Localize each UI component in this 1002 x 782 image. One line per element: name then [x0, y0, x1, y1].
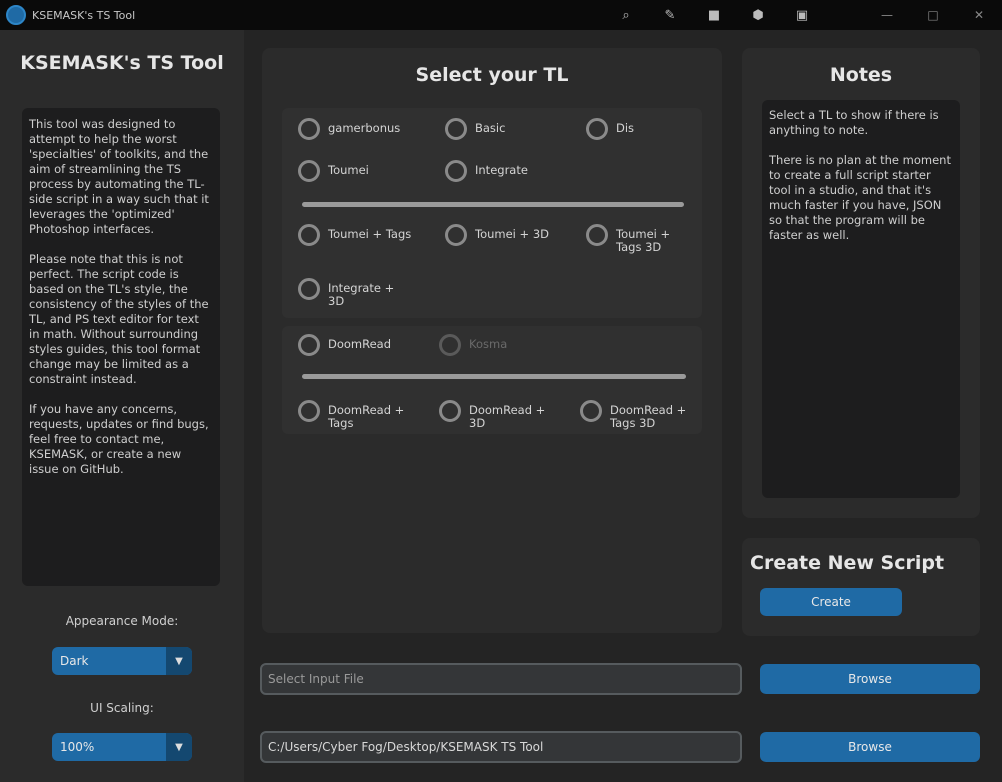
minimize-button[interactable]: — [864, 0, 910, 30]
radio-label: Integrate [475, 163, 528, 177]
group-divider [302, 374, 686, 379]
radio-label: Basic [475, 121, 506, 135]
radio-doomread-tags[interactable]: DoomRead + Tags [298, 400, 418, 430]
square-icon[interactable]: ■ [700, 0, 728, 30]
ui-scaling-dropdown[interactable]: 100% ▼ [52, 733, 192, 761]
radio-basic[interactable]: Basic [445, 118, 505, 140]
radio-label: DoomRead + Tags 3D [610, 403, 687, 430]
appearance-mode-value: Dark [60, 654, 89, 668]
browse-input-button[interactable]: Browse [760, 664, 980, 694]
radio-circle[interactable] [586, 118, 608, 140]
notes-paragraph: Select a TL to show if there is anything… [769, 108, 939, 137]
radio-circle[interactable] [298, 334, 320, 356]
group-divider [302, 202, 684, 207]
chevron-down-icon[interactable]: ▼ [166, 647, 192, 675]
output-dir-field[interactable] [260, 731, 742, 763]
radio-circle[interactable] [580, 400, 602, 422]
radio-label: DoomRead + Tags [328, 403, 405, 430]
radio-label: gamerbonus [328, 121, 401, 135]
description-paragraph: If you have any concerns, requests, upda… [29, 402, 209, 476]
radio-circle[interactable] [439, 400, 461, 422]
radio-doomread[interactable]: DoomRead [298, 334, 391, 356]
radio-label: Toumei [328, 163, 369, 177]
notes-textbox[interactable]: Select a TL to show if there is anything… [762, 100, 960, 498]
app-logo-icon [6, 5, 26, 25]
radio-circle[interactable] [298, 224, 320, 246]
radio-label: Kosma [469, 337, 508, 351]
tl-select-panel: Select your TL gamerbonus Basic Dis Toum… [262, 48, 722, 633]
output-dir-input[interactable] [268, 740, 740, 754]
radio-kosma: Kosma [439, 334, 507, 356]
sidebar-title: KSEMASK's TS Tool [20, 52, 224, 74]
radio-circle[interactable] [445, 118, 467, 140]
radio-integrate[interactable]: Integrate [445, 160, 528, 182]
radio-circle[interactable] [445, 224, 467, 246]
shape-icon[interactable]: ⬢ [744, 0, 772, 30]
ui-scaling-value: 100% [60, 740, 95, 754]
tl-select-title: Select your TL [415, 64, 569, 86]
appearance-mode-label: Appearance Mode: [65, 614, 179, 628]
radio-circle[interactable] [298, 160, 320, 182]
notes-title: Notes [829, 64, 893, 86]
radio-circle[interactable] [445, 160, 467, 182]
description-paragraph: This tool was designed to attempt to hel… [29, 117, 209, 236]
window-icon[interactable]: ▣ [788, 0, 816, 30]
radio-circle[interactable] [298, 118, 320, 140]
radio-toumei[interactable]: Toumei [298, 160, 369, 182]
create-script-title: Create New Script [750, 552, 945, 574]
radio-doomread-tags-3d[interactable]: DoomRead + Tags 3D [580, 400, 698, 430]
search-icon[interactable]: ⌕ [612, 0, 640, 30]
maximize-button[interactable]: □ [910, 0, 956, 30]
radio-toumei-tags[interactable]: Toumei + Tags [298, 224, 411, 246]
appearance-mode-dropdown[interactable]: Dark ▼ [52, 647, 192, 675]
radio-label: Integrate + 3D [328, 281, 395, 308]
radio-circle[interactable] [298, 278, 320, 300]
radio-dis[interactable]: Dis [586, 118, 634, 140]
browse-output-button[interactable]: Browse [760, 732, 980, 762]
radio-label: DoomRead [328, 337, 392, 351]
pen-icon[interactable]: ✎ [656, 0, 684, 30]
create-script-panel: Create New Script [742, 538, 980, 636]
ui-scaling-label: UI Scaling: [90, 701, 154, 715]
create-button[interactable]: Create [760, 588, 902, 616]
radio-gamerbonus[interactable]: gamerbonus [298, 118, 400, 140]
radio-label: Toumei + Tags [328, 227, 412, 241]
chevron-down-icon[interactable]: ▼ [166, 733, 192, 761]
close-button[interactable]: ✕ [956, 0, 1002, 30]
tl-group-1: gamerbonus Basic Dis Toumei Integrate To… [282, 108, 702, 318]
radio-label: DoomRead + 3D [469, 403, 546, 430]
radio-label: Toumei + 3D [475, 227, 549, 241]
title-bar: KSEMASK's TS Tool ⌕ ✎ ■ ⬢ ▣ — □ ✕ [0, 0, 1002, 30]
tl-group-2: DoomRead Kosma DoomRead + Tags DoomRead … [282, 326, 702, 434]
notes-paragraph: There is no plan at the moment to create… [769, 153, 951, 242]
radio-circle[interactable] [298, 400, 320, 422]
titlebar-tools: ⌕ ✎ ■ ⬢ ▣ [612, 0, 832, 30]
radio-toumei-tags-3d[interactable]: Toumei + Tags 3D [586, 224, 696, 254]
radio-label: Toumei + Tags 3D [616, 227, 671, 254]
description-textbox[interactable]: This tool was designed to attempt to hel… [22, 108, 220, 586]
radio-integrate-3d[interactable]: Integrate + 3D [298, 278, 408, 308]
description-paragraph: Please note that this is not perfect. Th… [29, 252, 209, 386]
window-controls: — □ ✕ [864, 0, 1002, 30]
input-file-field[interactable] [260, 663, 742, 695]
input-file-input[interactable] [268, 672, 740, 686]
window-title: KSEMASK's TS Tool [32, 8, 136, 22]
radio-toumei-3d[interactable]: Toumei + 3D [445, 224, 549, 246]
radio-circle[interactable] [586, 224, 608, 246]
radio-doomread-3d[interactable]: DoomRead + 3D [439, 400, 559, 430]
sidebar: KSEMASK's TS Tool This tool was designed… [0, 30, 244, 782]
radio-circle [439, 334, 461, 356]
radio-label: Dis [616, 121, 635, 135]
